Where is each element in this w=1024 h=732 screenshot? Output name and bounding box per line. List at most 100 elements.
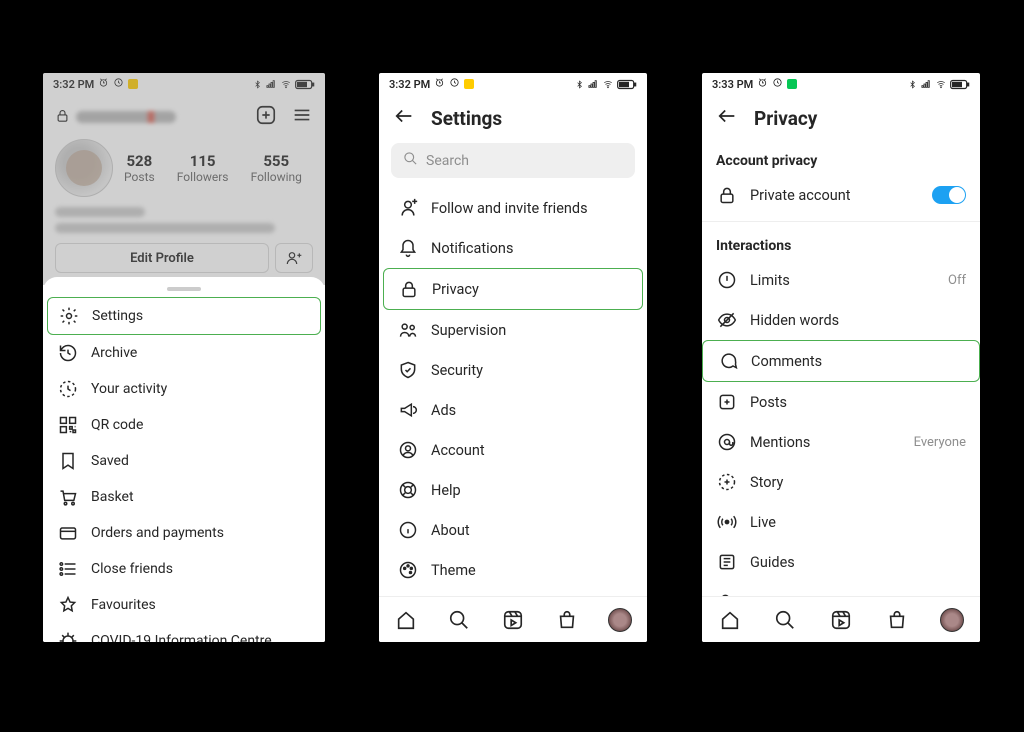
theme-icon xyxy=(397,559,419,581)
hamburger-menu-button[interactable] xyxy=(291,104,313,130)
status-bar: 3:33 PM xyxy=(702,73,980,95)
page-title: Settings xyxy=(431,107,502,130)
menu-label: Theme xyxy=(431,562,476,579)
section-interactions: Interactions xyxy=(702,228,980,260)
settings-item-account[interactable]: Account xyxy=(383,430,643,470)
stat-following[interactable]: 555 Following xyxy=(251,152,302,184)
menu-label: COVID-19 Information Centre xyxy=(91,633,272,642)
privacy-item-posts[interactable]: Posts xyxy=(702,382,980,422)
privacy-item-live[interactable]: Live xyxy=(702,502,980,542)
settings-item-help[interactable]: Help xyxy=(383,470,643,510)
privacy-item-mentions[interactable]: Mentions Everyone xyxy=(702,422,980,462)
nav-profile[interactable] xyxy=(940,608,964,632)
signal-icon xyxy=(920,79,932,89)
menu-label: Limits xyxy=(750,272,790,289)
supervision-icon xyxy=(397,319,419,341)
discover-people-button[interactable] xyxy=(275,243,313,273)
search-placeholder: Search xyxy=(426,153,469,169)
settings-item-supervision[interactable]: Supervision xyxy=(383,310,643,350)
privacy-item-private-account[interactable]: Private account xyxy=(702,175,980,215)
menu-item-archive[interactable]: Archive xyxy=(47,335,321,371)
archive-icon xyxy=(57,342,79,364)
status-time: 3:33 PM xyxy=(712,78,753,91)
menu-item-close-friends[interactable]: Close friends xyxy=(47,551,321,587)
live-icon xyxy=(716,511,738,533)
nav-reels[interactable] xyxy=(829,608,853,632)
menu-item-activity[interactable]: Your activity xyxy=(47,371,321,407)
back-button[interactable] xyxy=(393,105,415,131)
menu-item-qr[interactable]: QR code xyxy=(47,407,321,443)
menu-label: Notifications xyxy=(431,240,513,257)
nav-shop[interactable] xyxy=(555,608,579,632)
menu-label: QR code xyxy=(91,417,143,433)
menu-label: Guides xyxy=(750,554,795,571)
menu-label: Mentions xyxy=(750,434,810,451)
settings-item-follow-invite[interactable]: Follow and invite friends xyxy=(383,188,643,228)
clock-icon xyxy=(772,77,783,91)
search-input[interactable]: Search xyxy=(391,143,635,178)
menu-item-settings[interactable]: Settings xyxy=(47,297,321,335)
app-indicator-icon xyxy=(128,79,138,89)
nav-reels[interactable] xyxy=(501,608,525,632)
signal-icon xyxy=(265,79,277,89)
private-account-toggle[interactable] xyxy=(932,186,966,204)
nav-search[interactable] xyxy=(773,608,797,632)
menu-label: Follow and invite friends xyxy=(431,200,588,217)
menu-item-basket[interactable]: Basket xyxy=(47,479,321,515)
nav-home[interactable] xyxy=(394,608,418,632)
phone-profile-screen: 3:32 PM xyxy=(43,73,325,642)
menu-label: Your activity xyxy=(91,381,167,397)
menu-label: Close friends xyxy=(91,561,173,577)
nav-shop[interactable] xyxy=(885,608,909,632)
status-time: 3:32 PM xyxy=(53,78,94,91)
menu-item-orders[interactable]: Orders and payments xyxy=(47,515,321,551)
stat-posts[interactable]: 528 Posts xyxy=(124,152,155,184)
sheet-grab-handle[interactable] xyxy=(167,287,201,291)
profile-avatar[interactable] xyxy=(55,139,113,197)
privacy-item-guides[interactable]: Guides xyxy=(702,542,980,582)
alarm-icon xyxy=(757,77,768,91)
nav-home[interactable] xyxy=(718,608,742,632)
settings-item-ads[interactable]: Ads xyxy=(383,390,643,430)
phone-settings-screen: 3:32 PM Settings Search Follow and invit… xyxy=(379,73,647,642)
help-icon xyxy=(397,479,419,501)
back-button[interactable] xyxy=(716,105,738,131)
menu-item-saved[interactable]: Saved xyxy=(47,443,321,479)
settings-item-notifications[interactable]: Notifications xyxy=(383,228,643,268)
privacy-item-comments[interactable]: Comments xyxy=(702,340,980,382)
nav-profile[interactable] xyxy=(608,608,632,632)
privacy-item-hidden-words[interactable]: Hidden words xyxy=(702,300,980,340)
edit-profile-button[interactable]: Edit Profile xyxy=(55,243,269,273)
stat-followers[interactable]: 115 Followers xyxy=(177,152,229,184)
username-blurred xyxy=(76,111,176,123)
posts-icon xyxy=(716,391,738,413)
eye-off-icon xyxy=(716,309,738,331)
settings-item-security[interactable]: Security xyxy=(383,350,643,390)
bottom-nav xyxy=(702,596,980,642)
menu-label: Orders and payments xyxy=(91,525,224,541)
activity-icon xyxy=(57,378,79,400)
alarm-icon xyxy=(98,77,109,91)
star-icon xyxy=(57,594,79,616)
wifi-icon xyxy=(280,79,292,89)
settings-item-about[interactable]: About xyxy=(383,510,643,550)
menu-label: Supervision xyxy=(431,322,506,339)
nav-search[interactable] xyxy=(447,608,471,632)
settings-item-theme[interactable]: Theme xyxy=(383,550,643,590)
menu-item-favourites[interactable]: Favourites xyxy=(47,587,321,623)
divider xyxy=(702,221,980,222)
menu-label: About xyxy=(431,522,470,539)
privacy-item-story[interactable]: Story xyxy=(702,462,980,502)
mentions-value: Everyone xyxy=(914,435,966,450)
privacy-item-limits[interactable]: Limits Off xyxy=(702,260,980,300)
list-icon xyxy=(57,558,79,580)
menu-label: Saved xyxy=(91,453,129,469)
phone-privacy-screen: 3:33 PM Privacy Account privacy Private … xyxy=(702,73,980,642)
menu-label: Live xyxy=(750,514,776,531)
settings-item-privacy[interactable]: Privacy xyxy=(383,268,643,310)
guides-icon xyxy=(716,551,738,573)
bio-blurred xyxy=(55,207,313,233)
new-post-button[interactable] xyxy=(255,104,277,130)
comment-icon xyxy=(717,350,739,372)
menu-item-covid[interactable]: COVID-19 Information Centre xyxy=(47,623,321,642)
